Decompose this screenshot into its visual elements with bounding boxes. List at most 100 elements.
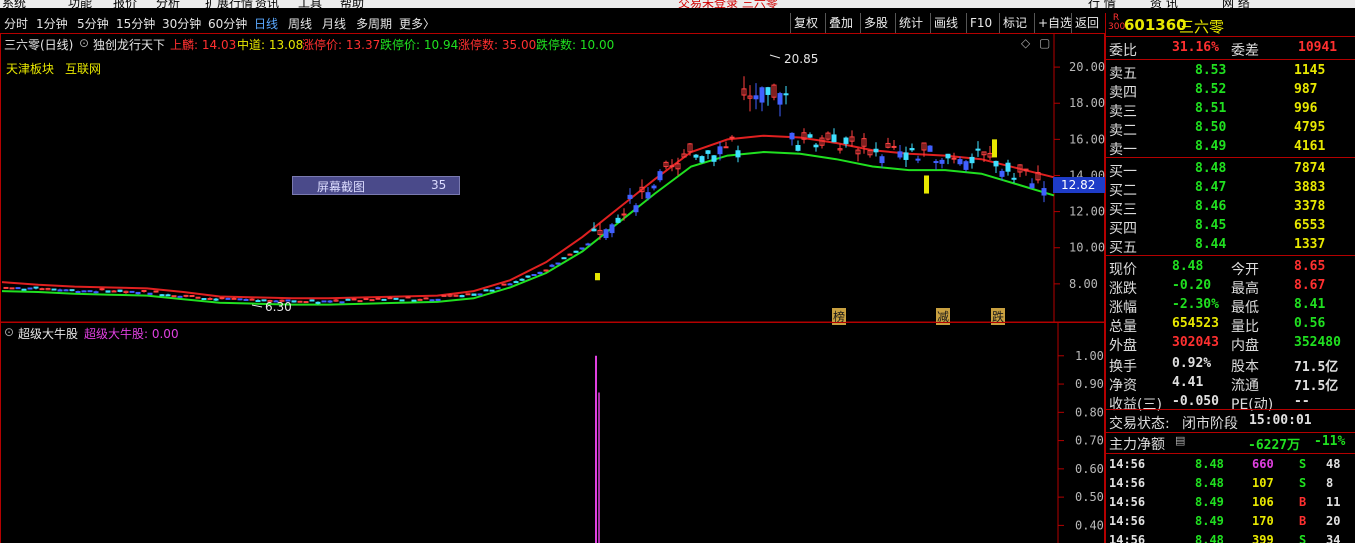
quote-stat-row: 换手 0.92% 股本 71.5亿: [1106, 355, 1355, 375]
ask-level-label: 卖三: [1109, 104, 1137, 120]
candle-body: [693, 154, 699, 158]
candle-body: [501, 283, 507, 286]
tick-time: 14:56: [1109, 514, 1146, 528]
stat-value: 71.5亿: [1294, 360, 1339, 375]
main-flow-row[interactable]: 主力净额 ▤ -6227万 -11%: [1106, 433, 1355, 453]
candle-body: [735, 150, 741, 158]
candle-body: [843, 137, 849, 144]
candle-body: [21, 288, 27, 291]
candle-body: [87, 290, 93, 293]
candle-body: [915, 158, 921, 161]
y-tick-label: 18.00: [1069, 96, 1105, 110]
tick-time: 14:56: [1109, 476, 1146, 490]
sub-indicator-toggle-icon[interactable]: ⊙: [4, 325, 14, 339]
candle-body: [951, 157, 957, 160]
candle-body: [1041, 188, 1047, 196]
tick-n: 11: [1326, 495, 1341, 509]
tick-side: B: [1299, 514, 1307, 528]
tick-time: 14:56: [1109, 533, 1146, 543]
tick-n: 48: [1326, 457, 1341, 471]
candle-body: [717, 146, 723, 155]
trade-status-time: 15:00:01: [1249, 413, 1312, 428]
ask-price: 8.49: [1195, 139, 1227, 154]
bid-level-row: 买五 8.44 1337: [1106, 236, 1355, 256]
candle-body: [471, 293, 477, 296]
candle-body: [585, 243, 591, 246]
highlight-candle: [924, 175, 929, 194]
indicator-chart-panel[interactable]: [0, 322, 1105, 543]
candle-body: [813, 144, 819, 148]
ask-level-row: 卖一 8.49 4161: [1106, 138, 1355, 158]
stat-label: 最低: [1231, 300, 1259, 316]
ask-level-row: 卖三 8.51 996: [1106, 100, 1355, 120]
trade-tick-row: 14:56 8.49 170 B 20: [1106, 513, 1355, 531]
candle-body: [147, 292, 153, 295]
main-flow-label: 主力净额: [1109, 437, 1165, 453]
y-tick-label: 12.00: [1069, 205, 1105, 219]
candle-body: [657, 171, 663, 181]
quote-stat-row: 现价 8.48 今开 8.65: [1106, 258, 1355, 278]
candle-body: [807, 134, 813, 138]
quote-stat-row: 净资 4.41 流通 71.5亿: [1106, 374, 1355, 394]
tick-price: 8.49: [1195, 495, 1224, 509]
ask-price: 8.50: [1195, 120, 1227, 135]
candle-body: [603, 229, 609, 239]
weibi-value: 31.16%: [1172, 40, 1219, 55]
candle-body: [237, 298, 243, 301]
candle-body: [477, 293, 483, 296]
sub-indicator-title[interactable]: 超级大牛股: [18, 325, 78, 342]
ask-level-row: 卖四 8.52 987: [1106, 81, 1355, 101]
stat-label: 今开: [1231, 262, 1259, 278]
stat-value: -0.050: [1172, 394, 1219, 409]
quote-panel: R 300 601360 三六零 委比 31.16% 委差 10941 卖五 8.…: [1105, 13, 1355, 543]
tick-vol: 170: [1252, 514, 1274, 528]
bid-volume: 3378: [1294, 199, 1326, 214]
bid-level-label: 买一: [1109, 164, 1137, 180]
stat-label: 现价: [1109, 262, 1137, 278]
quote-stat-row: 外盘 302043 内盘 352480: [1106, 334, 1355, 354]
candle-body: [231, 297, 237, 300]
quote-stat-row: 涨幅 -2.30% 最低 8.41: [1106, 296, 1355, 316]
candle-body: [369, 299, 375, 302]
tick-vol: 106: [1252, 495, 1274, 509]
candle-body: [303, 301, 309, 304]
candle-body: [57, 289, 63, 292]
candle-body: [723, 146, 729, 149]
stock-name: 三六零: [1179, 18, 1225, 36]
bid-level-label: 买四: [1109, 221, 1137, 237]
weibi-label: 委比: [1109, 43, 1137, 59]
stat-value: --: [1294, 394, 1310, 409]
min-price-label: 6.30: [265, 300, 292, 314]
candle-body: [1005, 162, 1011, 172]
candle-body: [327, 300, 333, 303]
main-flow-icon[interactable]: ▤: [1175, 434, 1185, 447]
candle-body: [309, 299, 315, 302]
max-price-pointer: [769, 54, 781, 59]
candle-body: [39, 288, 45, 291]
ask-price: 8.51: [1195, 101, 1227, 116]
candle-body: [561, 257, 567, 260]
candle-body: [183, 294, 189, 297]
ask-volume: 4795: [1294, 120, 1326, 135]
main-flow-value: -6227万: [1248, 438, 1301, 453]
candle-body: [75, 291, 81, 294]
candle-body: [423, 297, 429, 300]
weibi-row: 委比 31.16% 委差 10941: [1106, 39, 1355, 59]
index-badge: R 300: [1108, 13, 1126, 32]
candle-body: [189, 295, 195, 298]
candle-body: [939, 159, 945, 164]
stat-value: 302043: [1172, 335, 1219, 350]
trade-tick-row: 14:56 8.49 106 B 11: [1106, 494, 1355, 512]
candle-body: [153, 290, 159, 293]
candle-body: [759, 87, 765, 103]
stat-value: 8.67: [1294, 278, 1326, 293]
sub-indicator-value: 超级大牛股: 0.00: [84, 327, 179, 341]
stat-label: 外盘: [1109, 338, 1137, 354]
tick-side: S: [1299, 533, 1307, 543]
channel-line-middle: [1, 150, 1055, 306]
bid-level-row: 买三 8.46 3378: [1106, 198, 1355, 218]
stat-value: 654523: [1172, 316, 1219, 331]
candle-body: [555, 262, 561, 265]
candle-body: [945, 153, 951, 159]
bid-price: 8.48: [1195, 161, 1227, 176]
